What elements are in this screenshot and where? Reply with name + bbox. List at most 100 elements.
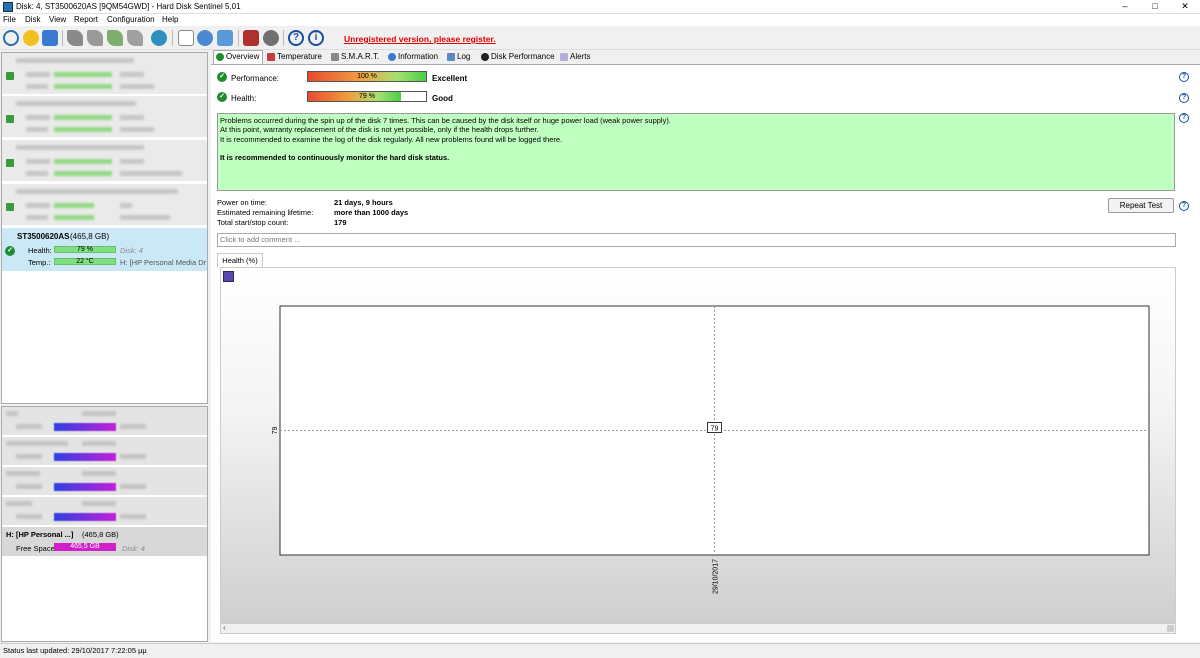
free-space-value: 465,5 GB: [70, 543, 100, 550]
information-icon: [388, 53, 396, 61]
tab-log[interactable]: Log: [445, 51, 475, 64]
maximize-button[interactable]: □: [1140, 0, 1170, 14]
settings-icon[interactable]: [263, 30, 279, 46]
disk-item-selected[interactable]: ST3500620AS (465,8 GB) ✓ Health: 79 % Di…: [2, 228, 207, 272]
menu-configuration[interactable]: Configuration: [107, 15, 155, 24]
health-chart-area: 79 79 29/10/2017: [220, 267, 1176, 623]
performance-icon[interactable]: [243, 30, 259, 46]
performance-value: 100 %: [357, 73, 377, 80]
close-button[interactable]: ✕: [1170, 0, 1200, 14]
status-bar: Status last updated: 29/10/2017 7:22:05 …: [0, 643, 1200, 657]
health-bar: 79 %: [54, 246, 116, 253]
temp-label: Temp.:: [28, 258, 51, 267]
globe-icon[interactable]: [151, 30, 167, 46]
comment-field[interactable]: Click to add comment ...: [217, 233, 1176, 247]
menu-disk[interactable]: Disk: [25, 15, 41, 24]
disk-model: ST3500620AS: [17, 232, 70, 241]
minimize-button[interactable]: –: [1110, 0, 1140, 14]
free-space-bar: 465,5 GB: [54, 543, 116, 551]
info-icon[interactable]: i: [308, 30, 324, 46]
tab-log-label: Log: [457, 52, 471, 61]
volume-list: H: [HP Personal ...] (465,8 GB) Free Spa…: [1, 406, 208, 642]
power-on-value: 21 days, 9 hours: [334, 198, 393, 207]
tab-information[interactable]: Information: [386, 51, 440, 64]
alerts-icon: [560, 53, 568, 61]
tab-smart[interactable]: S.M.A.R.T.: [329, 51, 385, 64]
health-rating: Good: [432, 94, 453, 103]
menu-help[interactable]: Help: [162, 15, 178, 24]
report-icon[interactable]: [42, 30, 58, 46]
app-icon: [3, 2, 13, 12]
volume-item-4[interactable]: [2, 497, 207, 526]
refresh-icon[interactable]: [3, 30, 19, 46]
volume-item-selected[interactable]: H: [HP Personal ...] (465,8 GB) Free Spa…: [2, 527, 207, 557]
health-label: Health:: [28, 246, 52, 255]
performance-rating: Excellent: [432, 74, 468, 83]
volume-item-2[interactable]: [2, 437, 207, 466]
performance-help-icon[interactable]: ?: [1179, 72, 1189, 82]
scroll-right-thumb[interactable]: [1167, 625, 1174, 632]
health-status-label: Health:: [231, 94, 257, 103]
chart-horizontal-scrollbar[interactable]: ‹: [220, 623, 1176, 634]
health-ok-icon: ✓: [5, 246, 15, 256]
menu-view[interactable]: View: [49, 15, 66, 24]
tab-alerts-label: Alerts: [570, 52, 591, 61]
tab-temperature[interactable]: Temperature: [265, 51, 325, 64]
toolbar: ? i Unregistered version, please registe…: [0, 26, 1200, 50]
unregistered-link[interactable]: Unregistered version, please register.: [344, 34, 496, 44]
menu-report[interactable]: Report: [74, 15, 98, 24]
message-line-2: At this point, warranty replacement of t…: [220, 125, 539, 135]
send-report-icon[interactable]: [217, 30, 233, 46]
health-status-ok-icon: ✓: [217, 92, 227, 102]
volume-item-3[interactable]: [2, 467, 207, 496]
log-icon: [447, 53, 455, 61]
main-panel: Overview Temperature S.M.A.R.T. Informat…: [211, 50, 1200, 642]
disk-item-1[interactable]: [2, 53, 207, 95]
alert-icon[interactable]: [23, 30, 39, 46]
tab-overview[interactable]: Overview: [213, 50, 263, 65]
help-icon[interactable]: ?: [288, 30, 304, 46]
message-recommendation: It is recommended to continuously monito…: [220, 152, 450, 162]
health-status-bar: 79 %: [307, 91, 427, 102]
disk-list: ST3500620AS (465,8 GB) ✓ Health: 79 % Di…: [1, 52, 208, 404]
menu-bar: File Disk View Report Configuration Help: [0, 14, 1200, 26]
tab-alerts[interactable]: Alerts: [558, 51, 598, 64]
temp-value: 22 °C: [76, 258, 94, 265]
repeat-test-button[interactable]: Repeat Test: [1108, 198, 1174, 213]
speedometer-icon: [481, 53, 489, 61]
scroll-left-icon[interactable]: ‹: [223, 623, 226, 632]
disk-item-4[interactable]: [2, 184, 207, 226]
disk-item-3[interactable]: [2, 140, 207, 182]
startstop-label: Total start/stop count:: [217, 218, 289, 227]
message-help-icon[interactable]: ?: [1179, 113, 1189, 123]
disk-size: (465,8 GB): [70, 232, 110, 241]
sync-icon[interactable]: [197, 30, 213, 46]
smart-test-icon[interactable]: [107, 30, 123, 46]
overview-panel: ✓ Performance: 100 % Excellent ? ✓ Healt…: [211, 64, 1200, 642]
document-icon[interactable]: [178, 30, 194, 46]
health-help-icon[interactable]: ?: [1179, 93, 1189, 103]
power-on-label: Power on time:: [217, 198, 268, 207]
health-chart: 79 79 29/10/2017: [272, 305, 1150, 594]
repeat-test-help-icon[interactable]: ?: [1179, 201, 1189, 211]
title-bar: Disk: 4, ST3500620AS [9QM54GWD] - Hard D…: [0, 0, 1200, 14]
health-status-value: 79 %: [359, 93, 375, 100]
thermometer-icon: [267, 53, 275, 61]
volume-item-1[interactable]: [2, 407, 207, 436]
volume-disk-number: Disk: 4: [122, 544, 145, 553]
performance-ok-icon: ✓: [217, 72, 227, 82]
overview-icon: [216, 53, 224, 61]
menu-file[interactable]: File: [3, 15, 16, 24]
tools-icon[interactable]: [127, 30, 143, 46]
volume-size: (465,8 GB): [82, 530, 119, 539]
tab-bar: Overview Temperature S.M.A.R.T. Informat…: [211, 50, 1200, 65]
tab-health-chart[interactable]: Health (%): [217, 253, 263, 267]
surface-test-icon[interactable]: [87, 30, 103, 46]
performance-bar: 100 %: [307, 71, 427, 82]
disk-test-icon[interactable]: [67, 30, 83, 46]
disk-item-2[interactable]: [2, 96, 207, 138]
data-label: 79: [711, 426, 719, 433]
disk-number: Disk: 4: [120, 246, 143, 255]
tab-disk-performance[interactable]: Disk Performance: [479, 51, 555, 64]
lifetime-label: Estimated remaining lifetime:: [217, 208, 314, 217]
